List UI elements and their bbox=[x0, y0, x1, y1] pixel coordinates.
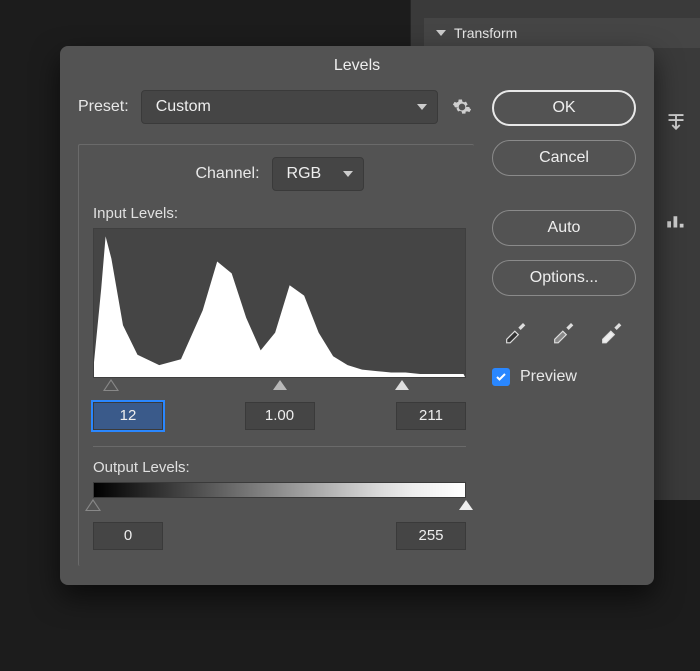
output-black-slider[interactable] bbox=[85, 499, 101, 511]
input-black-field[interactable]: 12 bbox=[93, 402, 163, 430]
preset-label: Preset: bbox=[78, 98, 129, 116]
cancel-button[interactable]: Cancel bbox=[492, 140, 636, 176]
dialog-title: Levels bbox=[334, 57, 380, 75]
output-white-slider[interactable] bbox=[459, 500, 473, 510]
transform-label: Transform bbox=[454, 25, 517, 41]
preset-select[interactable]: Custom bbox=[141, 90, 438, 124]
input-histogram[interactable] bbox=[93, 228, 466, 378]
preset-value: Custom bbox=[156, 98, 211, 116]
eyedropper-row bbox=[492, 316, 636, 344]
channel-select[interactable]: RGB bbox=[272, 157, 364, 191]
ok-button[interactable]: OK bbox=[492, 90, 636, 126]
input-slider-track[interactable] bbox=[93, 380, 466, 394]
auto-button[interactable]: Auto bbox=[492, 210, 636, 246]
histogram-panel-icon[interactable] bbox=[666, 210, 686, 230]
chevron-down-icon bbox=[436, 30, 446, 36]
white-eyedropper-icon[interactable] bbox=[598, 316, 626, 344]
gamma-slider[interactable] bbox=[273, 380, 287, 390]
gray-eyedropper-icon[interactable] bbox=[550, 316, 578, 344]
channel-label: Channel: bbox=[195, 165, 259, 183]
chevron-down-icon bbox=[417, 104, 427, 110]
output-black-field[interactable]: 0 bbox=[93, 522, 163, 550]
chevron-down-icon bbox=[343, 171, 353, 177]
output-white-field[interactable]: 255 bbox=[396, 522, 466, 550]
output-levels-label: Output Levels: bbox=[93, 459, 466, 476]
levels-dialog: Levels Preset: Custom Channel: RGB bbox=[60, 46, 654, 585]
output-gradient[interactable] bbox=[93, 482, 466, 498]
side-icon-strip bbox=[658, 110, 694, 230]
output-slider-track[interactable] bbox=[93, 500, 466, 514]
black-point-slider[interactable] bbox=[103, 379, 119, 391]
divider bbox=[93, 446, 466, 447]
preview-label: Preview bbox=[520, 368, 577, 386]
input-gamma-field[interactable]: 1.00 bbox=[245, 402, 315, 430]
options-button[interactable]: Options... bbox=[492, 260, 636, 296]
preview-checkbox[interactable] bbox=[492, 368, 510, 386]
input-white-field[interactable]: 211 bbox=[396, 402, 466, 430]
white-point-slider[interactable] bbox=[395, 380, 409, 390]
black-eyedropper-icon[interactable] bbox=[502, 316, 530, 344]
panel-icon-1[interactable] bbox=[666, 110, 686, 130]
input-levels-label: Input Levels: bbox=[93, 205, 466, 222]
channel-value: RGB bbox=[287, 165, 322, 183]
preset-menu-button[interactable] bbox=[450, 95, 474, 119]
dialog-titlebar[interactable]: Levels bbox=[60, 46, 654, 86]
transform-section-header[interactable]: Transform bbox=[424, 18, 700, 48]
